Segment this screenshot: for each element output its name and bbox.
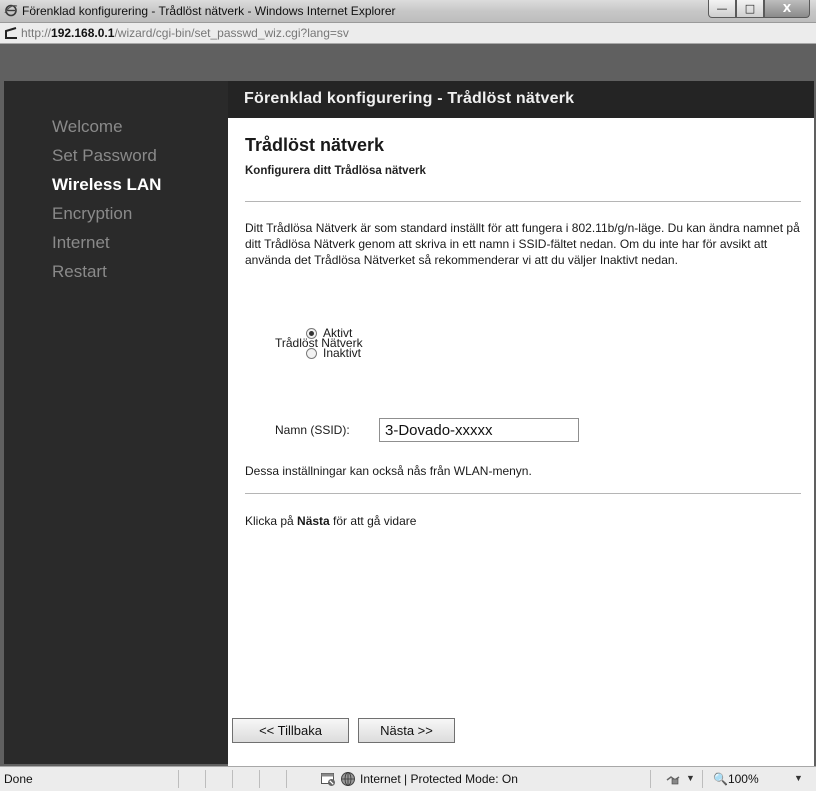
sidebar-item-internet[interactable]: Internet: [52, 228, 161, 257]
next-instruction-suffix: för att gå vidare: [329, 514, 417, 528]
status-separator: [286, 770, 287, 788]
divider: [245, 493, 801, 494]
globe-icon: [341, 772, 355, 786]
zoom-level[interactable]: 🔍100%: [713, 772, 759, 786]
radio-button-inactive[interactable]: [306, 347, 317, 359]
window-title: Förenklad konfigurering - Trådlöst nätve…: [22, 4, 396, 18]
sidebar-item-wireless-lan[interactable]: Wireless LAN: [52, 170, 161, 199]
close-icon: X: [782, 2, 792, 15]
status-bar: Done Internet | Protected Mode: On ▼ 🔍10…: [0, 766, 816, 791]
window-controls: — □ X: [708, 0, 810, 18]
next-instruction-bold: Nästa: [297, 514, 330, 528]
description-text: Ditt Trådlösa Nätverk är som standard in…: [245, 221, 800, 267]
status-separator: [702, 770, 703, 788]
sidebar-nav: Welcome Set Password Wireless LAN Encryp…: [52, 112, 161, 286]
security-zone[interactable]: Internet | Protected Mode: On: [320, 771, 518, 787]
ssid-label: Namn (SSID):: [275, 423, 350, 437]
sidebar-item-encryption[interactable]: Encryption: [52, 199, 161, 228]
internet-explorer-icon: [4, 4, 18, 17]
close-button[interactable]: X: [764, 0, 810, 18]
status-separator: [650, 770, 651, 788]
status-separator: [259, 770, 260, 788]
next-instruction: Klicka på Nästa för att gå vidare: [245, 514, 416, 528]
radio-label-active: Aktivt: [323, 326, 353, 340]
chevron-down-icon[interactable]: ▼: [794, 773, 803, 783]
divider: [245, 201, 801, 202]
chevron-down-icon[interactable]: ▼: [686, 773, 695, 783]
status-text: Done: [4, 772, 33, 786]
sidebar: Welcome Set Password Wireless LAN Encryp…: [4, 81, 228, 764]
radio-option-inactive[interactable]: Inaktivt: [306, 346, 361, 360]
url-host: 192.168.0.1: [51, 26, 115, 40]
page-icon: [5, 27, 17, 39]
protected-mode-icon[interactable]: [666, 772, 680, 786]
maximize-button[interactable]: □: [736, 0, 764, 18]
window-title-bar[interactable]: Förenklad konfigurering - Trådlöst nätve…: [0, 0, 816, 23]
sidebar-item-welcome[interactable]: Welcome: [52, 112, 161, 141]
status-separator: [178, 770, 179, 788]
page-subtitle: Konfigurera ditt Trådlösa nätverk: [245, 165, 426, 177]
header-title: Förenklad konfigurering - Trådlöst nätve…: [244, 90, 575, 107]
url-prefix: http://: [21, 26, 52, 40]
page-header: Förenklad konfigurering - Trådlöst nätve…: [228, 81, 814, 118]
address-bar[interactable]: http://192.168.0.1/wizard/cgi-bin/set_pa…: [0, 23, 816, 44]
next-button[interactable]: Nästa >>: [358, 718, 455, 743]
address-url[interactable]: http://192.168.0.1/wizard/cgi-bin/set_pa…: [21, 26, 349, 40]
security-zone-label: Internet | Protected Mode: On: [360, 772, 518, 786]
wlan-menu-note: Dessa inställningar kan också nås från W…: [245, 464, 532, 478]
url-path: /wizard/cgi-bin/set_passwd_wiz.cgi?lang=…: [114, 26, 349, 40]
status-separator: [205, 770, 206, 788]
radio-label-inactive: Inaktivt: [323, 346, 362, 360]
sidebar-item-set-password[interactable]: Set Password: [52, 141, 161, 170]
zoom-icon: 🔍: [713, 772, 728, 786]
maximize-icon: □: [744, 2, 756, 15]
status-separator: [232, 770, 233, 788]
sidebar-item-restart[interactable]: Restart: [52, 257, 161, 286]
back-button[interactable]: << Tillbaka: [232, 718, 349, 743]
ssid-input[interactable]: [379, 418, 579, 442]
page-frame: Welcome Set Password Wireless LAN Encryp…: [0, 44, 816, 766]
minimize-button[interactable]: —: [708, 0, 736, 18]
radio-option-active[interactable]: Aktivt: [306, 326, 352, 340]
zoom-value: 100%: [727, 772, 759, 786]
page-title: Trådlöst nätverk: [245, 135, 385, 155]
main-content: Trådlöst nätverk Konfigurera ditt Trådlö…: [228, 118, 814, 766]
radio-button-active[interactable]: [306, 327, 317, 339]
next-instruction-prefix: Klicka på: [245, 514, 298, 528]
minimize-icon: —: [716, 2, 728, 15]
popup-blocked-icon: [321, 773, 335, 786]
